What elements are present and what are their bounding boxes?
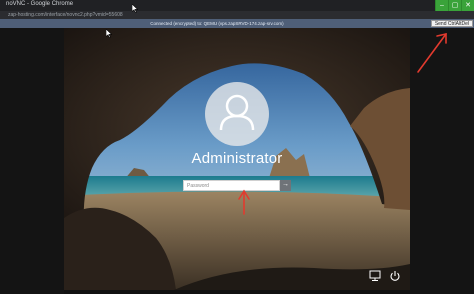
user-avatar (205, 82, 269, 146)
remote-screen[interactable]: Administrator → (64, 28, 410, 290)
address-bar[interactable]: zap-hosting.com/interface/novnc2.php?vmi… (0, 11, 474, 19)
novnc-control-bar: Connected (encrypted) to: QEMU (vps.zapS… (0, 19, 474, 28)
power-icon[interactable] (389, 270, 401, 282)
system-icons (369, 270, 401, 282)
arrow-right-icon: → (282, 181, 289, 188)
maximize-button[interactable]: ▢ (448, 0, 461, 11)
right-margin (410, 28, 474, 294)
send-ctrl-alt-del-button[interactable]: Send CtrlAltDel (430, 20, 473, 27)
password-input[interactable] (183, 180, 280, 191)
left-margin (0, 28, 64, 294)
network-icon[interactable] (369, 270, 381, 282)
mouse-cursor-icon (106, 29, 112, 38)
window-title: noVNC - Google Chrome (6, 1, 74, 7)
browser-titlebar: noVNC - Google Chrome – ▢ ✕ (0, 0, 474, 11)
submit-arrow-button[interactable]: → (280, 180, 291, 191)
url-text[interactable]: zap-hosting.com/interface/novnc2.php?vmi… (8, 11, 123, 19)
minimize-button[interactable]: – (435, 0, 448, 11)
close-button[interactable]: ✕ (461, 0, 474, 11)
connection-status: Connected (encrypted) to: QEMU (vps.zapS… (150, 21, 284, 26)
password-row: → (183, 180, 291, 191)
username-label: Administrator (191, 150, 283, 167)
mouse-cursor-icon (132, 4, 138, 13)
user-icon (219, 94, 255, 131)
window-controls: – ▢ ✕ (435, 0, 474, 11)
